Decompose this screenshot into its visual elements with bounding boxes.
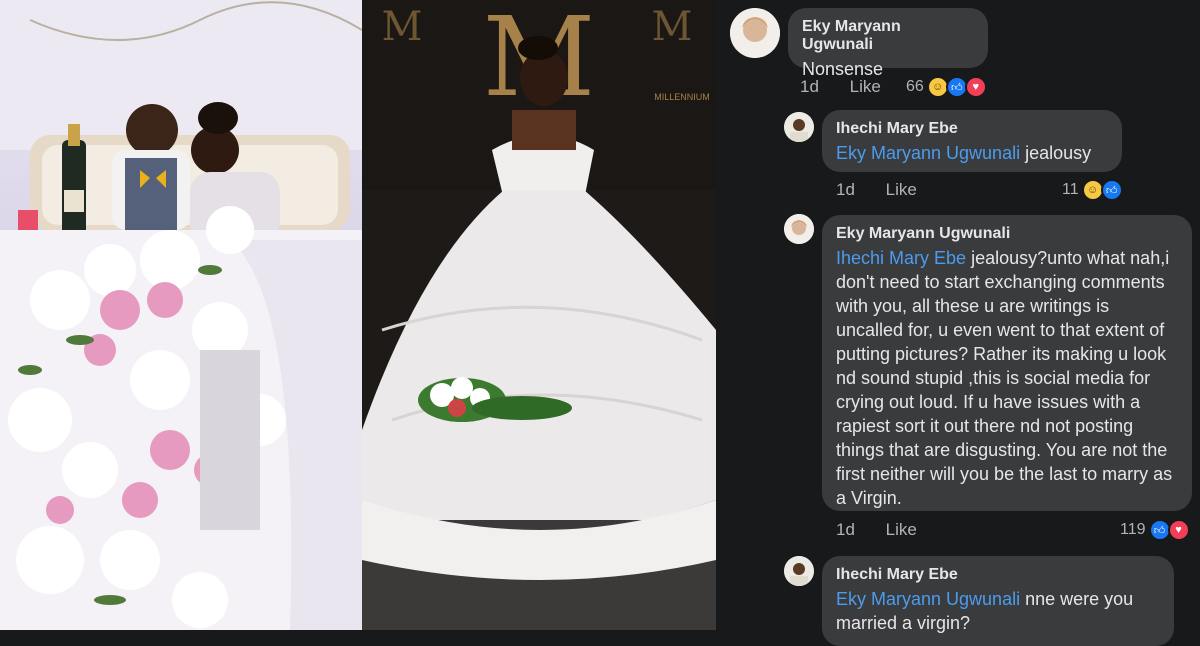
- avatar[interactable]: [730, 8, 780, 58]
- reaction-summary[interactable]: 119 👍︎ ♥: [1120, 519, 1190, 541]
- comment-text: jealousy: [1020, 143, 1092, 163]
- comment-time[interactable]: 1d: [800, 77, 819, 96]
- comment-actions: 1d Like: [800, 77, 907, 97]
- backdrop-brand: MILLENNIUM: [654, 92, 710, 102]
- comment-time[interactable]: 1d: [836, 520, 855, 539]
- comment-time[interactable]: 1d: [836, 180, 855, 199]
- comment-author[interactable]: Ihechi Mary Ebe: [836, 566, 1160, 584]
- love-icon: ♥: [1167, 519, 1190, 541]
- comment-actions: 1d Like: [836, 180, 943, 200]
- comment-text: Nonsense: [802, 59, 884, 79]
- avatar-image: [730, 8, 780, 58]
- comment-bubble: Eky Maryann Ugwunali Ihechi Mary Ebe jea…: [822, 215, 1192, 511]
- comment-thread: Eky Maryann Ugwunali Nonsense 1d Like 66…: [716, 0, 1200, 646]
- like-button[interactable]: Like: [886, 520, 917, 539]
- comment-author[interactable]: Ihechi Mary Ebe: [836, 120, 1108, 138]
- like-icon: 👍︎: [1100, 179, 1123, 201]
- svg-text:M: M: [382, 4, 423, 50]
- avatar[interactable]: [784, 214, 814, 244]
- bride-photo: M M M MILLENNIUM: [362, 0, 716, 630]
- avatar-image: [784, 112, 814, 142]
- love-icon: ♥: [964, 76, 987, 98]
- avatar-image: [784, 556, 814, 586]
- mention-link[interactable]: Ihechi Mary Ebe: [836, 248, 966, 268]
- like-button[interactable]: Like: [850, 77, 881, 96]
- like-button[interactable]: Like: [886, 180, 917, 199]
- comment-text: jealousy?unto what nah,i don't need to s…: [836, 248, 1173, 508]
- reaction-count: 119: [1120, 521, 1146, 538]
- bride-photo-illustration: M M M MILLENNIUM: [362, 0, 716, 630]
- comment-bubble: Eky Maryann Ugwunali Nonsense: [788, 8, 988, 79]
- avatar[interactable]: [784, 556, 814, 586]
- comment-bubble: Ihechi Mary Ebe Eky Maryann Ugwunali jea…: [822, 110, 1122, 172]
- reaction-summary[interactable]: 11 ☺ 👍︎: [1062, 179, 1123, 201]
- reaction-summary[interactable]: 66 ☺ 👍︎ ♥: [906, 76, 987, 98]
- couple-photo: [0, 0, 362, 630]
- reaction-count: 66: [906, 78, 924, 95]
- mention-link[interactable]: Eky Maryann Ugwunali: [836, 589, 1020, 609]
- comment-bubble: Ihechi Mary Ebe Eky Maryann Ugwunali nne…: [822, 556, 1174, 646]
- comment-actions: 1d Like: [836, 520, 943, 540]
- comment-author[interactable]: Eky Maryann Ugwunali: [836, 225, 1178, 243]
- mention-link[interactable]: Eky Maryann Ugwunali: [836, 143, 1020, 163]
- avatar[interactable]: [784, 112, 814, 142]
- svg-text:M: M: [652, 4, 693, 50]
- comment-author[interactable]: Eky Maryann Ugwunali: [802, 18, 974, 54]
- couple-photo-illustration: [0, 0, 362, 630]
- reaction-count: 11: [1062, 181, 1079, 198]
- avatar-image: [784, 214, 814, 244]
